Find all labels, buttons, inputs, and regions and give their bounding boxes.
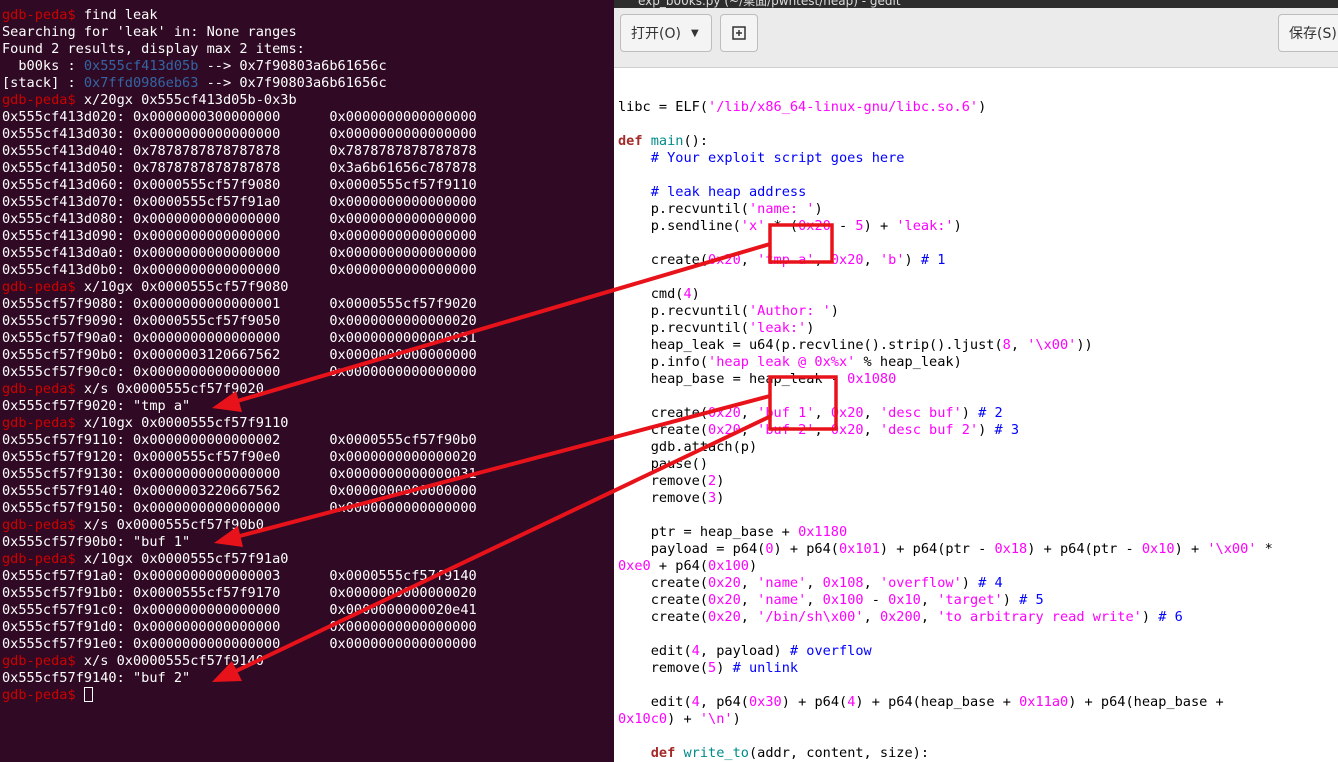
arrow-buf-1 bbox=[214, 394, 771, 547]
arrow-tmp-a bbox=[212, 242, 771, 412]
annotation-overlay bbox=[212, 223, 838, 682]
highlight-box-tmp-a bbox=[768, 223, 834, 264]
highlight-box-buf bbox=[768, 375, 838, 431]
arrow-buf-2 bbox=[212, 414, 772, 682]
